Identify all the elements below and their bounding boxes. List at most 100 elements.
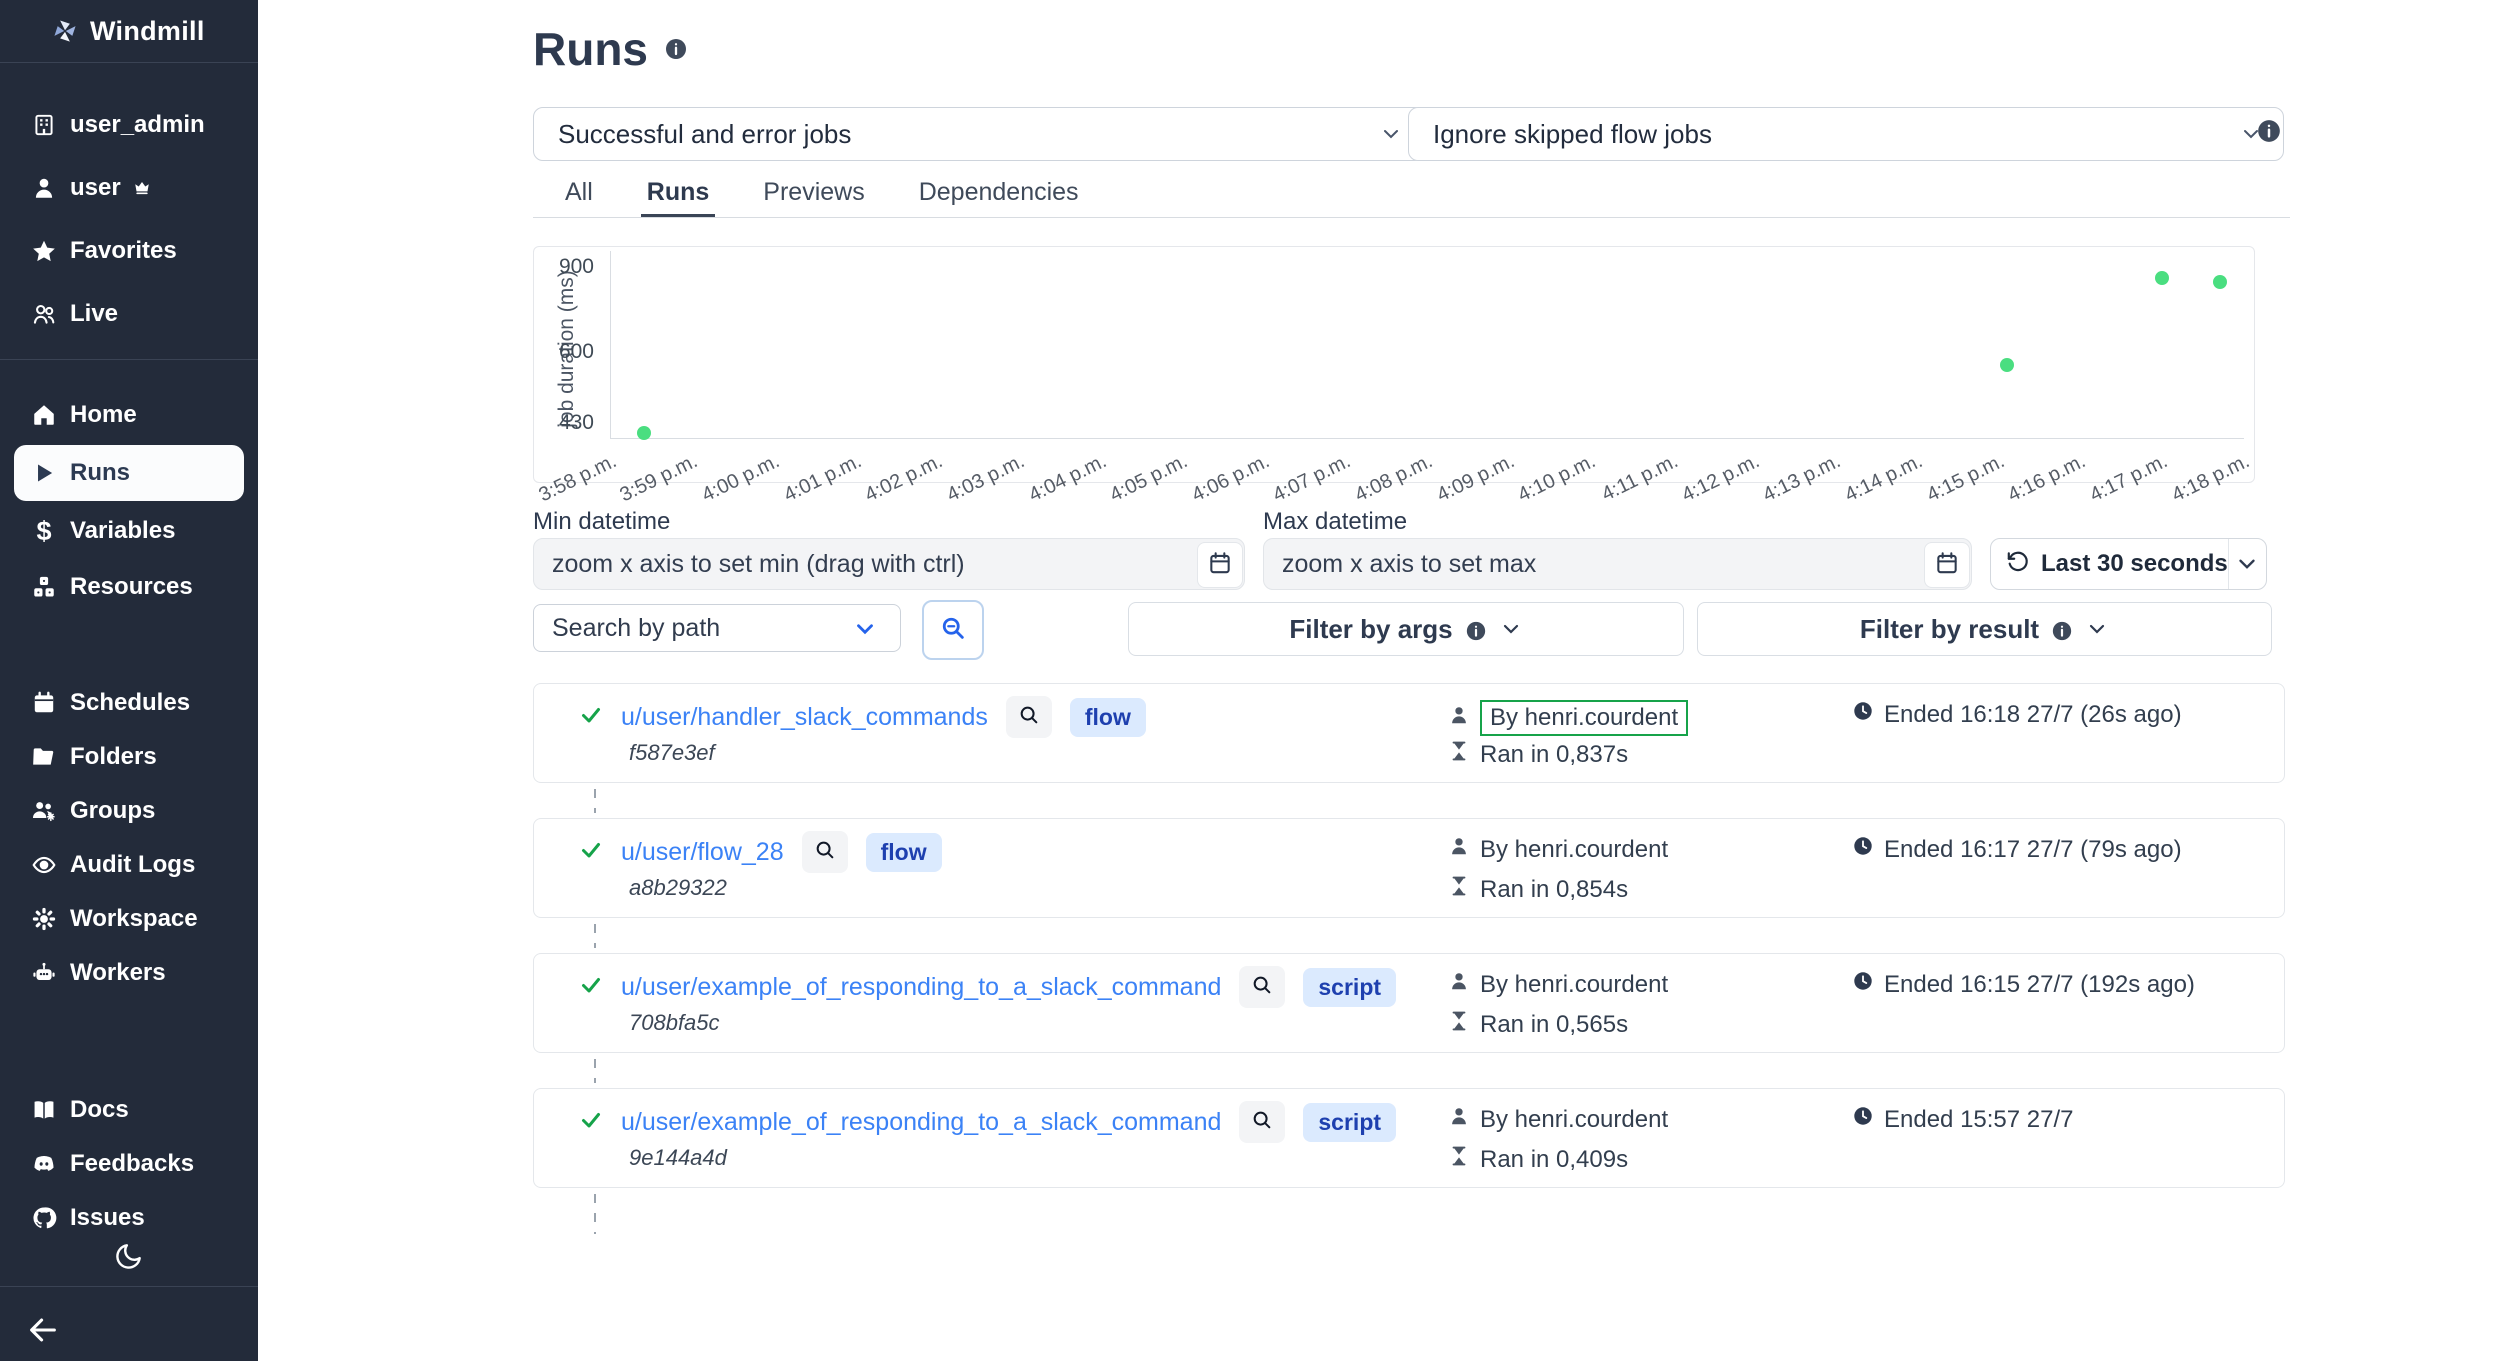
- data-point[interactable]: [2000, 358, 2014, 372]
- check-icon: [579, 703, 603, 732]
- max-datetime-picker-button[interactable]: [1924, 542, 1970, 588]
- sidebar-item-runs[interactable]: Runs: [14, 445, 244, 501]
- sidebar-item-workspace-settings[interactable]: Workspace: [0, 892, 258, 946]
- search-button[interactable]: [922, 600, 984, 660]
- run-kind-tabs: All Runs Previews Dependencies: [533, 172, 2290, 218]
- sidebar-item-user[interactable]: user: [0, 156, 258, 219]
- clock-icon: [1852, 700, 1874, 729]
- run-path-link[interactable]: u/user/example_of_responding_to_a_slack_…: [621, 1108, 1221, 1137]
- crown-icon: [133, 174, 151, 202]
- run-path-link[interactable]: u/user/handler_slack_commands: [621, 703, 988, 732]
- x-tick-label: 4:08 p.m.: [1352, 450, 1437, 507]
- tab-previews[interactable]: Previews: [757, 172, 870, 217]
- sidebar-item-live[interactable]: Live: [0, 282, 258, 345]
- sidebar-item-label: Workers: [70, 959, 166, 987]
- sidebar-footer-divider: [0, 1286, 258, 1287]
- collapse-sidebar-button[interactable]: [26, 1313, 60, 1347]
- search-icon: [1251, 974, 1273, 1001]
- info-icon[interactable]: [2256, 118, 2280, 142]
- inspect-run-button[interactable]: [1006, 696, 1052, 738]
- run-row[interactable]: u/user/handler_slack_commands flow f587e…: [533, 683, 2285, 783]
- discord-icon: [30, 1150, 58, 1178]
- sidebar-item-favorites[interactable]: Favorites: [0, 219, 258, 282]
- sidebar-item-schedules[interactable]: Schedules: [0, 676, 258, 730]
- sidebar-item-workers[interactable]: Workers: [0, 946, 258, 1000]
- check-icon: [579, 973, 603, 1002]
- calendar-icon: [1934, 550, 1960, 581]
- sidebar-item-variables[interactable]: $ Variables: [0, 503, 258, 559]
- run-row[interactable]: u/user/flow_28 flow a8b29322 By henri.co…: [533, 818, 2285, 918]
- run-path-link[interactable]: u/user/flow_28: [621, 838, 784, 867]
- filter-by-result-button[interactable]: Filter by result: [1697, 602, 2272, 656]
- run-by-user[interactable]: By henri.courdent: [1480, 971, 1668, 999]
- brand-header[interactable]: Windmill: [0, 0, 258, 63]
- sidebar-item-label: Workspace: [70, 905, 198, 933]
- run-connector: [594, 789, 596, 813]
- job-kind-badge: flow: [866, 833, 942, 872]
- arrow-left-icon: [26, 1334, 60, 1351]
- sidebar-item-label: Favorites: [70, 237, 177, 265]
- run-by-user[interactable]: By henri.courdent: [1480, 836, 1668, 864]
- x-tick-label: 4:12 p.m.: [1678, 450, 1763, 507]
- data-point[interactable]: [2155, 271, 2169, 285]
- skipped-flows-select[interactable]: Ignore skipped flow jobs: [1408, 107, 2284, 161]
- tab-dependencies[interactable]: Dependencies: [913, 172, 1085, 217]
- filter-by-args-button[interactable]: Filter by args: [1128, 602, 1684, 656]
- inspect-run-button[interactable]: [802, 831, 848, 873]
- sidebar-divider: [0, 359, 258, 360]
- data-point[interactable]: [637, 426, 651, 440]
- sidebar-item-workspace[interactable]: user_admin: [0, 93, 258, 156]
- sidebar-account-section: user_admin user: [0, 93, 258, 360]
- x-tick-label: 3:58 p.m.: [535, 450, 620, 507]
- theme-toggle[interactable]: [113, 1240, 145, 1272]
- gear-icon: [30, 905, 58, 933]
- hourglass-icon: [1448, 875, 1470, 904]
- run-row[interactable]: u/user/example_of_responding_to_a_slack_…: [533, 1088, 2285, 1188]
- chevron-down-icon[interactable]: [852, 616, 878, 647]
- person-icon: [1448, 970, 1470, 999]
- search-by-path-input[interactable]: [533, 604, 901, 652]
- tab-all[interactable]: All: [559, 172, 599, 217]
- min-datetime-picker-button[interactable]: [1197, 542, 1243, 588]
- sidebar-item-home[interactable]: Home: [0, 387, 258, 443]
- inspect-run-button[interactable]: [1239, 966, 1285, 1008]
- min-datetime-input[interactable]: [533, 538, 1245, 590]
- x-tick-label: 4:18 p.m.: [2168, 450, 2253, 507]
- time-range-button[interactable]: Last 30 seconds: [1990, 538, 2267, 590]
- folder-icon: [30, 743, 58, 771]
- filter-result-label: Filter by result: [1860, 614, 2039, 645]
- run-by-user[interactable]: By henri.courdent: [1480, 700, 1688, 736]
- info-icon: [1465, 618, 1487, 640]
- person-icon: [1448, 1105, 1470, 1134]
- min-datetime-label: Min datetime: [533, 508, 670, 536]
- tab-runs[interactable]: Runs: [641, 172, 716, 217]
- job-status-select[interactable]: Successful and error jobs: [533, 107, 1424, 161]
- sidebar-item-feedbacks[interactable]: Feedbacks: [0, 1137, 258, 1191]
- search-icon: [1251, 1109, 1273, 1136]
- runs-page: Windmill user_admin: [0, 0, 2500, 1361]
- run-by-user[interactable]: By henri.courdent: [1480, 1106, 1668, 1134]
- sidebar-item-audit-logs[interactable]: Audit Logs: [0, 838, 258, 892]
- chevron-down-icon[interactable]: [2228, 551, 2266, 577]
- run-connector: [594, 924, 596, 948]
- chart-plot[interactable]: [610, 251, 2244, 439]
- data-point[interactable]: [2213, 275, 2227, 289]
- inspect-run-button[interactable]: [1239, 1101, 1285, 1143]
- run-path-link[interactable]: u/user/example_of_responding_to_a_slack_…: [621, 973, 1221, 1002]
- github-icon: [30, 1204, 58, 1232]
- sidebar-item-issues[interactable]: Issues: [0, 1191, 258, 1245]
- sidebar-item-groups[interactable]: Groups: [0, 784, 258, 838]
- sidebar-item-label: Live: [70, 300, 118, 328]
- sidebar-item-docs[interactable]: Docs: [0, 1083, 258, 1137]
- info-icon[interactable]: [664, 37, 688, 61]
- sidebar-item-resources[interactable]: Resources: [0, 559, 258, 615]
- refresh-icon: [2005, 549, 2031, 580]
- max-datetime-input[interactable]: [1263, 538, 1972, 590]
- x-tick-label: 4:03 p.m.: [943, 450, 1028, 507]
- page-title: Runs: [533, 22, 648, 76]
- clock-icon: [1852, 1105, 1874, 1134]
- run-row[interactable]: u/user/example_of_responding_to_a_slack_…: [533, 953, 2285, 1053]
- sidebar-item-folders[interactable]: Folders: [0, 730, 258, 784]
- sidebar: Windmill user_admin: [0, 0, 258, 1361]
- duration-chart[interactable]: job duration (ms) 430600900 3:58 p.m.3:5…: [533, 246, 2255, 483]
